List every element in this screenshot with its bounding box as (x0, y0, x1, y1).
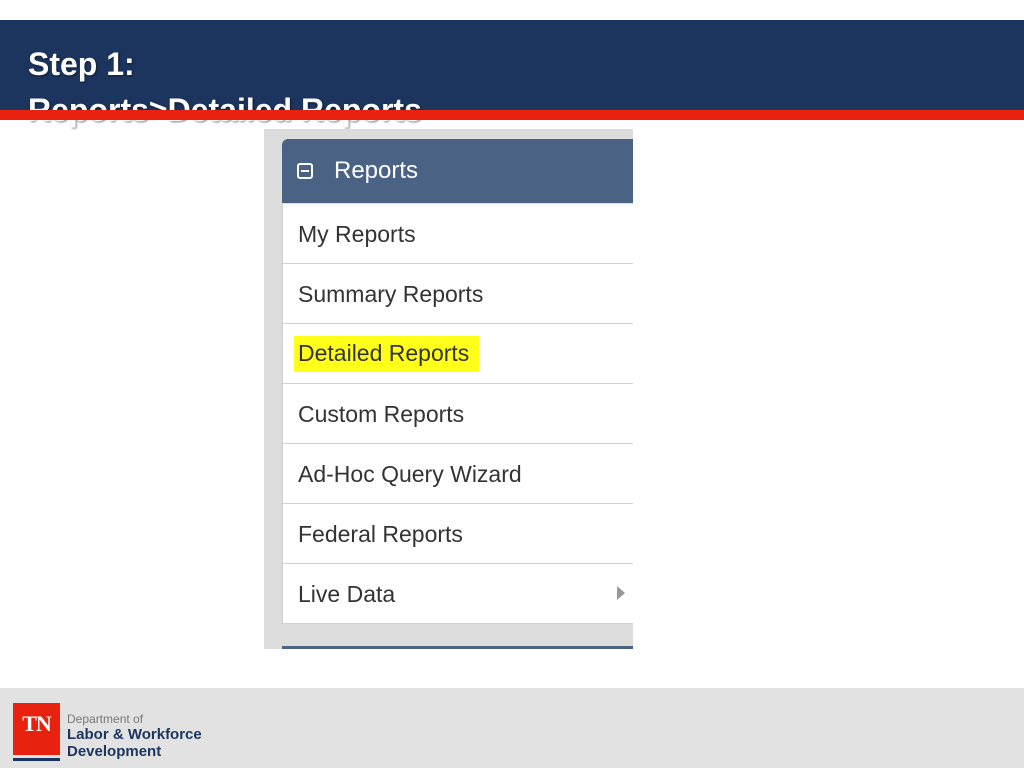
tn-logo-text: TN (22, 711, 52, 736)
reports-menu-list: My Reports Summary Reports Detailed Repo… (282, 204, 633, 624)
panel-bottom-bar (282, 646, 633, 649)
menu-item-label: Live Data (298, 581, 396, 607)
tn-logo: TN (13, 703, 60, 755)
menu-item-label: My Reports (298, 221, 416, 247)
menu-item-label: Federal Reports (298, 521, 463, 547)
menu-item-custom-reports[interactable]: Custom Reports (282, 384, 633, 444)
slide-title-bar: Step 1: Reports>Detailed Reports (0, 20, 1024, 128)
dept-name-line1: Department of (67, 712, 144, 726)
reports-menu-header[interactable]: Reports (282, 139, 633, 203)
menu-item-label-highlighted: Detailed Reports (294, 336, 480, 372)
menu-item-label: Custom Reports (298, 401, 465, 427)
menu-item-live-data[interactable]: Live Data (282, 564, 633, 624)
menu-item-federal-reports[interactable]: Federal Reports (282, 504, 633, 564)
menu-item-label: Ad-Hoc Query Wizard (298, 461, 522, 487)
dept-name-line2: Labor & Workforce (67, 726, 202, 743)
menu-item-my-reports[interactable]: My Reports (282, 204, 633, 264)
collapse-icon[interactable] (297, 163, 313, 179)
menu-item-ad-hoc-query-wizard[interactable]: Ad-Hoc Query Wizard (282, 444, 633, 504)
slide-footer: TN Department of Labor & Workforce Devel… (0, 688, 1024, 768)
menu-item-summary-reports[interactable]: Summary Reports (282, 264, 633, 324)
menu-item-label: Summary Reports (298, 281, 484, 307)
reports-menu-screenshot: Reports My Reports Summary Reports Detai… (264, 129, 633, 649)
tn-logo-underline (13, 758, 60, 761)
chevron-right-icon[interactable] (617, 586, 625, 600)
reports-menu-header-label: Reports (334, 157, 419, 184)
accent-stripe (0, 110, 1024, 120)
dept-name-line3: Development (67, 743, 162, 760)
menu-item-detailed-reports[interactable]: Detailed Reports (282, 324, 633, 384)
slide-title-step: Step 1: (28, 46, 135, 82)
